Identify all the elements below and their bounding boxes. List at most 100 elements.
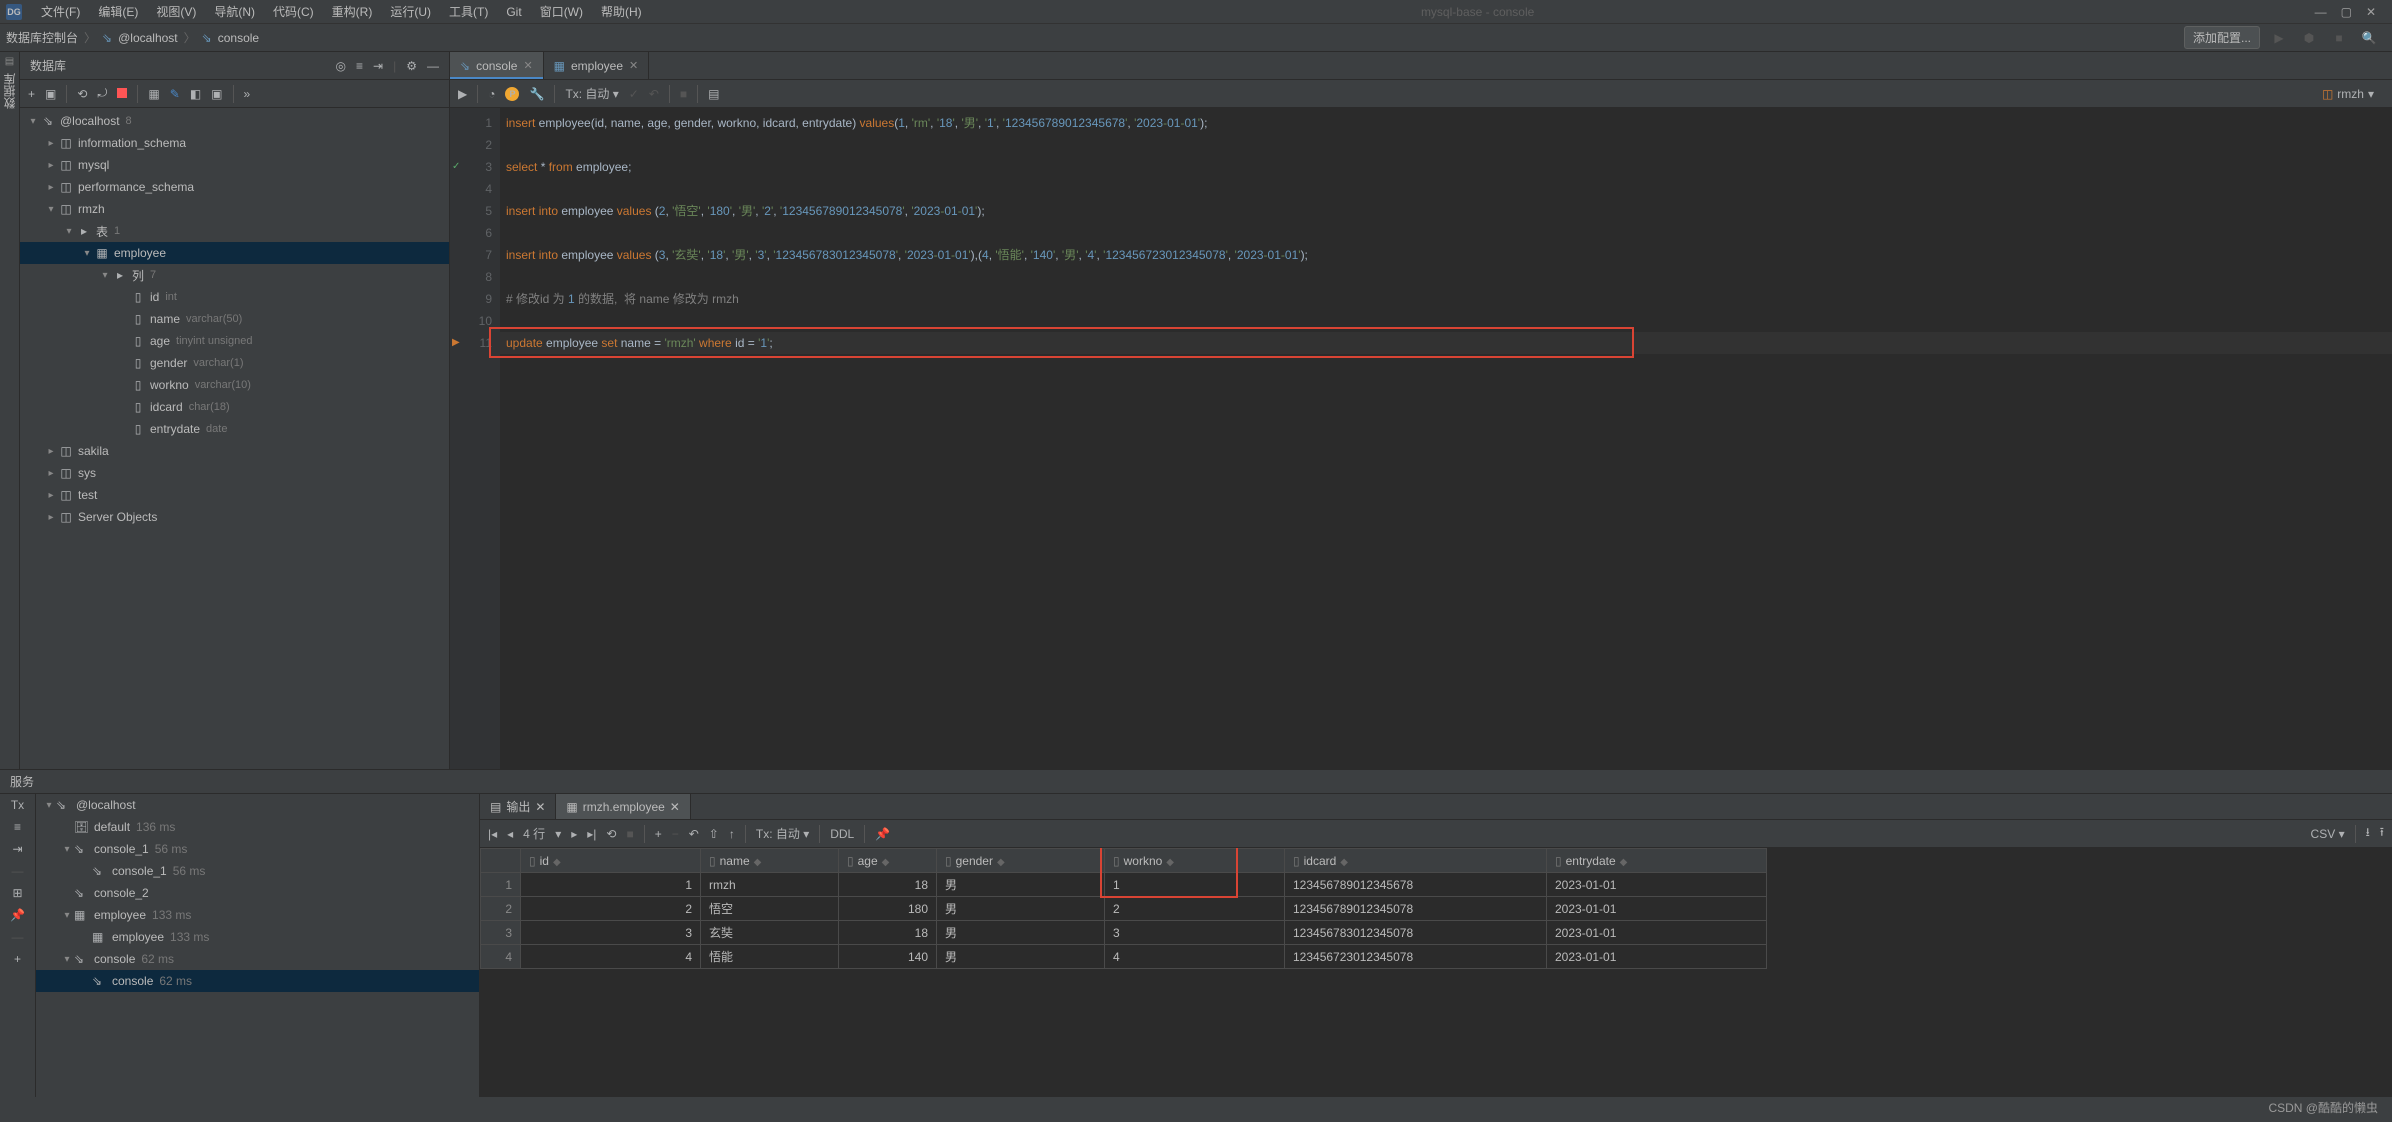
table-row[interactable]: 22悟空180男21234567890123450782023-01-01	[481, 897, 1767, 921]
tree-arrow[interactable]: ▸	[44, 182, 58, 193]
tx-mode[interactable]: Tx: 自动 ▾	[756, 825, 809, 842]
run-button[interactable]: ▶	[2268, 27, 2290, 49]
service-row[interactable]: ▾▦employee133 ms	[36, 904, 479, 926]
menu-item[interactable]: 编辑(E)	[89, 3, 147, 20]
breadcrumb-item[interactable]: console	[218, 31, 259, 45]
result-grid[interactable]: ▯id◆▯name◆▯age◆▯gender◆▯workno◆▯idcard◆▯…	[480, 848, 2392, 1097]
menu-item[interactable]: 导航(N)	[205, 3, 264, 20]
tree-arrow[interactable]: ▸	[44, 512, 58, 523]
service-row[interactable]: ⇘console62 ms	[36, 970, 479, 992]
maximize-button[interactable]: ▢	[2341, 5, 2352, 19]
upload-button[interactable]: ⭱	[2380, 823, 2384, 844]
tree-row[interactable]: ▾◫rmzh	[20, 198, 449, 220]
debug-button[interactable]: ⬢	[2298, 27, 2320, 49]
tx-mode[interactable]: Tx: 自动 ▾	[565, 85, 618, 102]
service-row[interactable]: ⇘console_2	[36, 882, 479, 904]
search-icon[interactable]: 🔍	[2358, 27, 2380, 49]
minimize-button[interactable]: —	[2315, 5, 2327, 19]
menu-item[interactable]: Git	[497, 5, 530, 19]
hide-icon[interactable]: —	[427, 59, 439, 73]
duplicate-button[interactable]: ▣	[45, 87, 56, 101]
schema-selector[interactable]: ◫ rmzh ▾	[2322, 87, 2384, 101]
tree-arrow[interactable]: ▾	[98, 270, 112, 281]
close-button[interactable]: ✕	[2366, 5, 2376, 19]
first-page-button[interactable]: |◂	[488, 827, 497, 841]
stop-button[interactable]: ■	[626, 827, 633, 841]
breadcrumb-item[interactable]: 数据库控制台	[6, 29, 78, 46]
sync-button[interactable]: ⤾	[97, 86, 107, 101]
result-tab[interactable]: ▤输出✕	[480, 794, 556, 819]
last-page-button[interactable]: ▸|	[587, 827, 596, 841]
cell[interactable]: 4	[521, 945, 701, 969]
expand-icon[interactable]: ≡	[14, 820, 21, 834]
column-header[interactable]: ▯entrydate◆	[1547, 849, 1767, 873]
reload-button[interactable]: ⟲	[606, 827, 616, 841]
collapse-icon[interactable]: ⇥	[12, 842, 22, 856]
code-editor[interactable]: 12✓345678910▶11 insert employee(id, name…	[450, 108, 2392, 769]
remove-row-button[interactable]: −	[672, 827, 679, 841]
tree-row[interactable]: ▯entrydatedate	[20, 418, 449, 440]
code-line[interactable]: insert into employee values (3, '玄奘', '1…	[500, 244, 2392, 266]
output-toggle[interactable]: ▤	[708, 87, 719, 101]
edit-button[interactable]: ✎	[170, 87, 180, 101]
filter-icon[interactable]: Tx	[11, 798, 24, 812]
code-line[interactable]	[500, 266, 2392, 288]
sort-icon[interactable]: ◆	[1166, 857, 1174, 868]
close-icon[interactable]: ✕	[535, 800, 545, 814]
cell[interactable]: 男	[937, 897, 1105, 921]
cell[interactable]: 3	[1105, 921, 1285, 945]
cell[interactable]: 4	[1105, 945, 1285, 969]
tree-row[interactable]: ▾▦employee	[20, 242, 449, 264]
cell[interactable]: 123456789012345078	[1285, 897, 1547, 921]
column-header[interactable]: ▯workno◆	[1105, 849, 1285, 873]
result-tab[interactable]: ▦rmzh.employee✕	[556, 794, 690, 819]
execute-button[interactable]: ▶	[458, 87, 467, 101]
cell[interactable]: 140	[839, 945, 937, 969]
service-row[interactable]: 🗄default136 ms	[36, 816, 479, 838]
tree-row[interactable]: ▸◫test	[20, 484, 449, 506]
pin-icon[interactable]: 📌	[875, 827, 890, 841]
column-header[interactable]: ▯id◆	[521, 849, 701, 873]
cell[interactable]: 18	[839, 873, 937, 897]
revert-button[interactable]: ↶	[689, 827, 699, 841]
cell[interactable]: 男	[937, 873, 1105, 897]
target-icon[interactable]: ◎	[336, 59, 346, 73]
tree-arrow[interactable]: ▸	[44, 446, 58, 457]
rows-dropdown[interactable]: ▾	[555, 827, 561, 841]
code-line[interactable]	[500, 222, 2392, 244]
tree-row[interactable]: ▯gendervarchar(1)	[20, 352, 449, 374]
cell[interactable]: 123456723012345078	[1285, 945, 1547, 969]
add-icon[interactable]: +	[14, 952, 21, 966]
code-line[interactable]: # 修改id 为 1 的数据, 将 name 修改为 rmzh	[500, 288, 2392, 310]
tree-arrow[interactable]: ▸	[44, 490, 58, 501]
tree-row[interactable]: ▸◫Server Objects	[20, 506, 449, 528]
breadcrumb-item[interactable]: @localhost	[118, 31, 178, 45]
tree-arrow[interactable]: ▸	[44, 160, 58, 171]
cell[interactable]: 2	[521, 897, 701, 921]
tree-arrow[interactable]: ▾	[26, 116, 40, 127]
tree-arrow[interactable]: ▾	[44, 204, 58, 215]
table-view-button[interactable]: ▦	[148, 87, 159, 101]
menu-item[interactable]: 重构(R)	[323, 3, 382, 20]
cell[interactable]: 玄奘	[701, 921, 839, 945]
cell[interactable]: 2023-01-01	[1547, 897, 1767, 921]
cell[interactable]: 123456789012345678	[1285, 873, 1547, 897]
rollback-button[interactable]: ↶	[649, 87, 659, 101]
sort-icon[interactable]: ◆	[997, 857, 1005, 868]
pin-icon[interactable]: 📌	[10, 908, 25, 922]
code-line[interactable]	[500, 134, 2392, 156]
close-icon[interactable]: ✕	[670, 800, 680, 814]
tree-row[interactable]: ▸◫information_schema	[20, 132, 449, 154]
menu-item[interactable]: 窗口(W)	[531, 3, 592, 20]
cell[interactable]: 2023-01-01	[1547, 945, 1767, 969]
sort-icon[interactable]: ◆	[1620, 857, 1628, 868]
commit-button[interactable]: ✓	[629, 87, 639, 101]
editor-tab[interactable]: ⇘console✕	[450, 52, 544, 79]
tree-arrow[interactable]: ▾	[80, 248, 94, 259]
database-tool-label[interactable]: 数据库	[1, 67, 18, 115]
service-row[interactable]: ▦employee133 ms	[36, 926, 479, 948]
menu-item[interactable]: 运行(U)	[381, 3, 440, 20]
cell[interactable]: 18	[839, 921, 937, 945]
tree-arrow[interactable]: ▸	[44, 138, 58, 149]
tree-row[interactable]: ▾▸表1	[20, 220, 449, 242]
